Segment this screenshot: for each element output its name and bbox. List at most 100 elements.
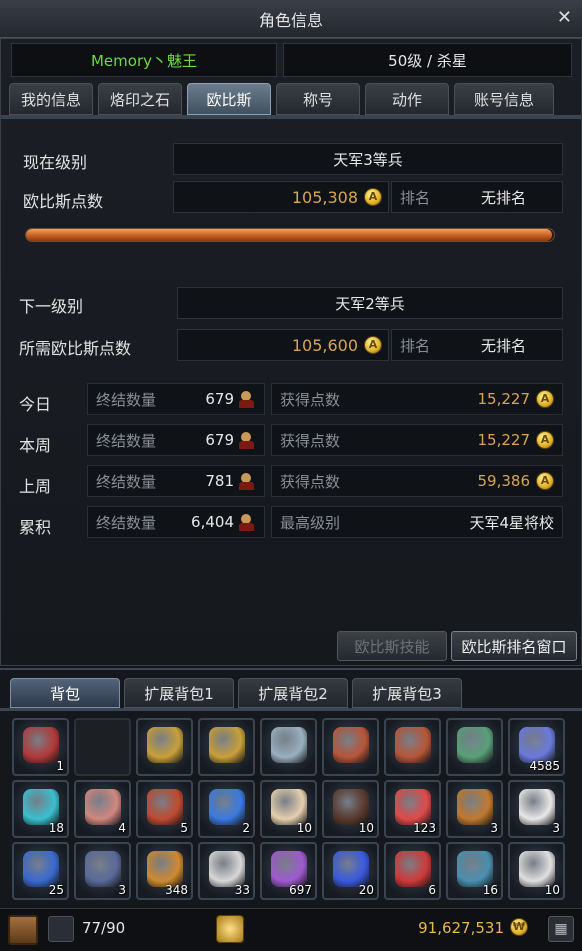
blue-crystal-icon xyxy=(519,727,555,763)
inventory-slot[interactable] xyxy=(322,718,379,776)
item-quantity: 25 xyxy=(48,883,64,897)
item-quantity: 20 xyxy=(358,883,374,897)
current-rank-value: 无排名 xyxy=(480,188,526,207)
inventory-slot[interactable]: 4 xyxy=(74,780,131,838)
info-tabs: 我的信息 烙印之石 欧比斯 称号 动作 账号信息 xyxy=(9,83,554,115)
kills-cell: 终结数量 679 xyxy=(87,383,265,415)
item-quantity: 3 xyxy=(118,883,126,897)
item-quantity: 4 xyxy=(118,821,126,835)
sausage-icon xyxy=(147,789,183,825)
orbis-ranking-button[interactable]: 欧比斯排名窗口 xyxy=(451,631,577,661)
next-points-value: 105,600 xyxy=(291,335,358,355)
inventory-slot[interactable] xyxy=(136,718,193,776)
tab-ext-bag-2[interactable]: 扩展背包2 xyxy=(238,678,348,708)
points-cell: 获得点数 15,227 A xyxy=(271,383,563,415)
orbis-skill-button[interactable]: 欧比斯技能 xyxy=(337,631,447,661)
inventory-slot[interactable] xyxy=(446,718,503,776)
window-title: 角色信息 xyxy=(258,10,323,30)
red-flower-icon xyxy=(23,727,59,763)
inventory-slot[interactable]: 3 xyxy=(508,780,565,838)
bag-capacity: 77/90 xyxy=(82,919,126,937)
tab-orbis[interactable]: 欧比斯 xyxy=(187,83,271,115)
item-quantity: 4585 xyxy=(529,759,560,773)
stats-period-label: 累积 xyxy=(19,518,52,537)
tab-title[interactable]: 称号 xyxy=(276,83,360,115)
kills-cell: 终结数量 781 xyxy=(87,465,265,497)
current-points-box: 105,308 A xyxy=(173,181,389,213)
inventory-slot[interactable]: 20 xyxy=(322,842,379,900)
jelly-icon xyxy=(395,789,431,825)
kills-label: 终结数量 xyxy=(96,390,157,409)
inventory-slot[interactable]: 5 xyxy=(136,780,193,838)
tab-underline xyxy=(1,115,581,119)
stats-period-label: 本周 xyxy=(19,436,52,455)
tab-bag[interactable]: 背包 xyxy=(10,678,120,708)
teal-potion-icon xyxy=(457,851,493,887)
highest-rank-label: 最高级别 xyxy=(280,513,341,532)
highest-rank-cell: 最高级别 天军4星将校 xyxy=(271,506,563,538)
red-bracelet-icon xyxy=(395,727,431,763)
bag-slot-icon[interactable] xyxy=(48,916,74,942)
points-value: 15,227 xyxy=(477,390,531,408)
highest-rank-value: 天军4星将校 xyxy=(469,513,554,532)
inventory-slot[interactable]: 123 xyxy=(384,780,441,838)
inventory-slot[interactable] xyxy=(198,718,255,776)
tab-ext-bag-1[interactable]: 扩展背包1 xyxy=(124,678,234,708)
gold-stack-icon[interactable] xyxy=(216,915,244,943)
next-rank-box: 排名 无排名 xyxy=(391,329,563,361)
inventory-slot[interactable]: 3 xyxy=(74,842,131,900)
next-points-box: 105,600 A xyxy=(177,329,389,361)
green-belt-icon xyxy=(457,727,493,763)
close-icon[interactable]: ✕ xyxy=(557,7,572,28)
points-value: 15,227 xyxy=(477,431,531,449)
sort-grid-icon[interactable]: ▦ xyxy=(548,916,574,942)
kills-label: 终结数量 xyxy=(96,513,157,532)
inventory-slot[interactable]: 2 xyxy=(198,780,255,838)
inventory-slot[interactable]: 33 xyxy=(198,842,255,900)
inventory-slot[interactable]: 25 xyxy=(12,842,69,900)
tab-my-info[interactable]: 我的信息 xyxy=(9,83,93,115)
tab-brand-stone[interactable]: 烙印之石 xyxy=(98,83,182,115)
tab-ext-bag-3[interactable]: 扩展背包3 xyxy=(352,678,462,708)
current-points-value: 105,308 xyxy=(291,187,358,207)
inventory-slot[interactable]: 348 xyxy=(136,842,193,900)
points-value: 59,386 xyxy=(477,472,531,490)
kills-cell: 终结数量 6,404 xyxy=(87,506,265,538)
orbis-progress-bar xyxy=(25,228,555,242)
dark-crystal-icon xyxy=(85,851,121,887)
inventory-slot[interactable] xyxy=(260,718,317,776)
character-name: Memory丶魅王 xyxy=(11,43,277,77)
current-rank-label: 排名 xyxy=(400,188,431,207)
inventory-slot[interactable]: 10 xyxy=(508,842,565,900)
inventory-slot[interactable]: 18 xyxy=(12,780,69,838)
necklace-icon xyxy=(271,727,307,763)
white-potion-icon xyxy=(519,851,555,887)
points-label: 获得点数 xyxy=(280,390,341,409)
orbis-coin-icon: A xyxy=(364,336,382,354)
inventory-slot[interactable]: 6 xyxy=(384,842,441,900)
item-quantity: 1 xyxy=(56,759,64,773)
red-potion-icon xyxy=(395,851,431,887)
inventory-slot[interactable]: 1 xyxy=(12,718,69,776)
kills-value: 781 xyxy=(205,472,234,490)
points-label: 获得点数 xyxy=(280,472,341,491)
inventory-slot[interactable]: 16 xyxy=(446,842,503,900)
inventory-slot[interactable]: 4585 xyxy=(508,718,565,776)
item-quantity: 697 xyxy=(289,883,312,897)
inventory-slot[interactable]: 10 xyxy=(260,780,317,838)
inventory-slot[interactable]: 697 xyxy=(260,842,317,900)
basket-icon xyxy=(457,789,493,825)
tab-emote[interactable]: 动作 xyxy=(365,83,449,115)
tab-account-info[interactable]: 账号信息 xyxy=(454,83,554,115)
purple-potion-icon xyxy=(271,851,307,887)
inventory-slot[interactable]: 10 xyxy=(322,780,379,838)
inventory-slot[interactable]: 3 xyxy=(446,780,503,838)
chest-icon[interactable] xyxy=(8,915,38,945)
inventory-slot[interactable] xyxy=(384,718,441,776)
orange-potion-icon xyxy=(147,851,183,887)
points-cell: 获得点数 59,386 A xyxy=(271,465,563,497)
item-quantity: 10 xyxy=(544,883,560,897)
kills-cell: 终结数量 679 xyxy=(87,424,265,456)
orbis-coin-icon: A xyxy=(536,431,554,449)
inventory-slot[interactable] xyxy=(74,718,131,776)
